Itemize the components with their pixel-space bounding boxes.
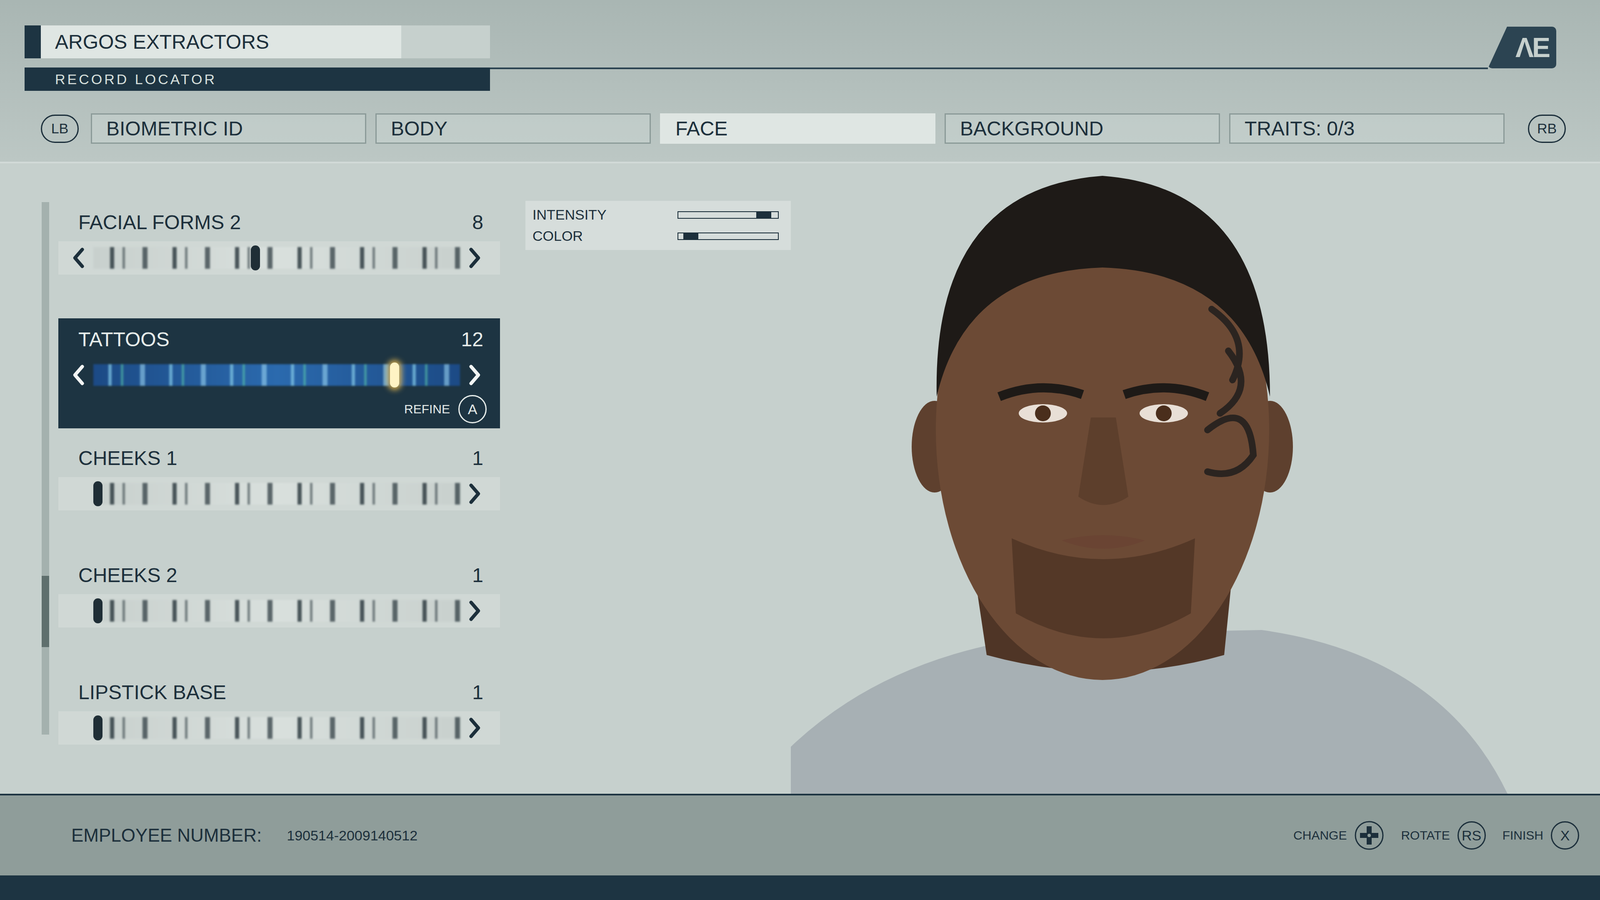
tab[interactable]: TRAITS: 0/3 bbox=[1229, 113, 1505, 144]
slider-label: LIPSTICK BASE bbox=[78, 680, 227, 704]
slider-marker[interactable] bbox=[93, 715, 103, 741]
chevron-right-icon[interactable] bbox=[467, 246, 483, 270]
character-preview[interactable] bbox=[790, 163, 1600, 794]
header: ARGOS EXTRACTORS RECORD LOCATOR ΛE LB BI… bbox=[0, 0, 1600, 164]
slider-marker[interactable] bbox=[93, 598, 103, 624]
slider-value: 12 bbox=[461, 327, 484, 351]
tab[interactable]: BODY bbox=[375, 113, 651, 144]
slider-label: CHEEKS 2 bbox=[78, 563, 178, 587]
chevron-right-icon[interactable] bbox=[467, 599, 483, 623]
slider-value: 1 bbox=[472, 446, 484, 470]
slider-list: FACIAL FORMS 2 8 TATTOOS 12 REFINE ACHEE… bbox=[58, 201, 500, 794]
action-hint[interactable]: FINISH X bbox=[1502, 821, 1580, 850]
slider-track[interactable] bbox=[93, 245, 460, 271]
refine-hint[interactable]: REFINE A bbox=[58, 391, 500, 429]
slider-row[interactable]: CHEEKS 1 1 bbox=[58, 437, 500, 546]
slider-marker[interactable] bbox=[390, 362, 400, 388]
scrollbar[interactable] bbox=[41, 202, 50, 735]
adjust-slider[interactable] bbox=[677, 211, 779, 219]
slider-row[interactable]: TATTOOS 12 REFINE A bbox=[58, 318, 500, 429]
tab[interactable]: BIOMETRIC ID bbox=[90, 113, 367, 144]
adjust-slider[interactable] bbox=[677, 232, 779, 240]
slider-row[interactable]: FACIAL FORMS 2 8 bbox=[58, 201, 500, 310]
slider-label: TATTOOS bbox=[78, 327, 170, 351]
title-square bbox=[24, 25, 41, 59]
prev-tab-button[interactable]: LB bbox=[40, 114, 79, 143]
footer: EMPLOYEE NUMBER: 190514-2009140512 CHANG… bbox=[0, 793, 1600, 876]
slider-track[interactable] bbox=[93, 715, 460, 741]
character-creator: ARGOS EXTRACTORS RECORD LOCATOR ΛE LB BI… bbox=[0, 0, 1600, 900]
tab-bar: LB BIOMETRIC ID BODY FACE BACKGROUND TRAITS:… bbox=[0, 113, 1600, 144]
company-logo: ΛE bbox=[1487, 26, 1557, 69]
editor-area: FACIAL FORMS 2 8 TATTOOS 12 REFINE ACHEE… bbox=[0, 163, 1600, 794]
title-tail bbox=[401, 25, 490, 59]
adjust-row[interactable]: INTENSITY bbox=[525, 204, 791, 226]
tattoo-adjust-panel: INTENSITY COLOR bbox=[525, 200, 791, 250]
slider-marker[interactable] bbox=[250, 245, 260, 271]
chevron-left-icon[interactable] bbox=[70, 246, 86, 270]
action-hint[interactable]: ROTATE RS bbox=[1400, 821, 1486, 850]
chevron-right-icon[interactable] bbox=[467, 363, 483, 387]
slider-track[interactable] bbox=[93, 598, 460, 624]
button-icon: X bbox=[1550, 821, 1580, 850]
company-title: ARGOS EXTRACTORS bbox=[24, 25, 490, 59]
a-button-icon: A bbox=[458, 395, 487, 424]
tab[interactable]: FACE bbox=[660, 113, 936, 144]
slider[interactable] bbox=[58, 358, 500, 392]
slider-label: FACIAL FORMS 2 bbox=[78, 210, 241, 234]
employee-number: EMPLOYEE NUMBER: 190514-2009140512 bbox=[71, 825, 418, 846]
bottom-stripe bbox=[0, 875, 1600, 900]
chevron-left-icon[interactable] bbox=[70, 363, 86, 387]
slider-row[interactable]: CHEEKS 2 1 bbox=[58, 554, 500, 663]
slider-value: 8 bbox=[472, 210, 484, 234]
slider-value: 1 bbox=[472, 680, 484, 704]
slider-value: 1 bbox=[472, 563, 484, 587]
scroll-thumb[interactable] bbox=[41, 575, 50, 648]
chevron-right-icon[interactable] bbox=[467, 716, 483, 740]
adjust-row[interactable]: COLOR bbox=[525, 225, 791, 247]
next-tab-button[interactable]: RB bbox=[1527, 114, 1566, 143]
slider-label: CHEEKS 1 bbox=[78, 446, 178, 470]
slider-track[interactable] bbox=[93, 481, 460, 507]
character-portrait[interactable] bbox=[790, 163, 1600, 794]
slider-row[interactable]: LIPSTICK BASE 1 bbox=[58, 671, 500, 780]
tab[interactable]: BACKGROUND bbox=[944, 113, 1220, 144]
slider[interactable] bbox=[58, 594, 500, 628]
slider-marker[interactable] bbox=[93, 481, 103, 507]
slider-track[interactable] bbox=[93, 362, 460, 388]
button-icon: RS bbox=[1457, 821, 1486, 850]
slider[interactable] bbox=[58, 241, 500, 275]
record-locator: RECORD LOCATOR bbox=[24, 67, 490, 91]
chevron-right-icon[interactable] bbox=[467, 482, 483, 505]
header-line bbox=[490, 67, 1488, 70]
slider[interactable] bbox=[58, 711, 500, 745]
action-hint[interactable]: CHANGE bbox=[1293, 820, 1385, 851]
dpad-icon bbox=[1354, 820, 1385, 851]
slider[interactable] bbox=[58, 477, 500, 511]
